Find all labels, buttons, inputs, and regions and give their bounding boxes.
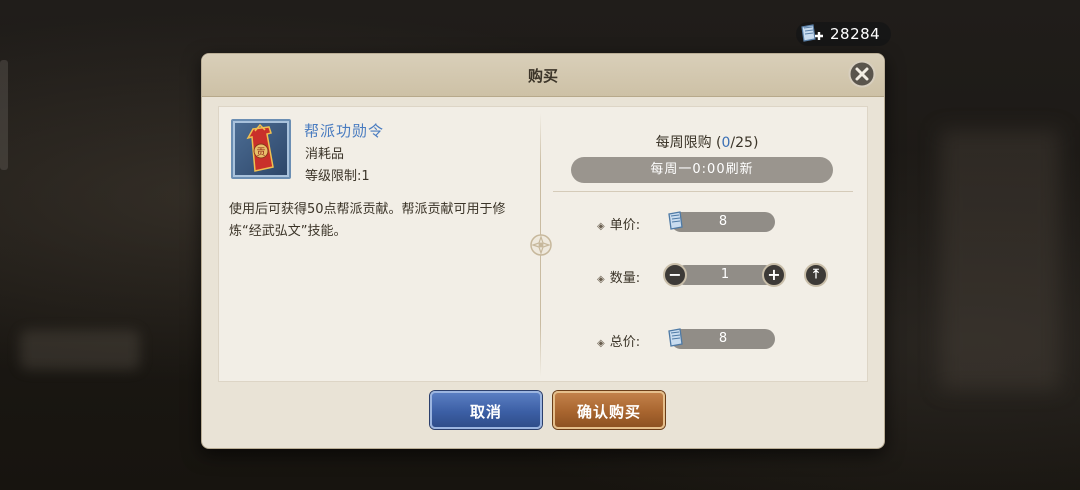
confirm-purchase-button[interactable]: 确认购买 xyxy=(553,391,665,429)
dialog-header: 购买 xyxy=(202,54,884,97)
dialog-content: 贡 帮派功勋令 消耗品 等级限制:1 使用后可获得50点帮派贡献。帮派贡献可用于… xyxy=(218,106,868,382)
item-type: 消耗品 xyxy=(305,147,345,162)
dialog-title: 购买 xyxy=(527,67,558,85)
currency-amount: 28284 xyxy=(830,25,881,43)
bullet-icon: ◈ xyxy=(597,338,605,349)
item-slot[interactable]: 贡 xyxy=(231,119,291,179)
limit-suffix: /25) xyxy=(730,135,759,151)
weekly-limit: 每周限购 (0/25) xyxy=(552,132,862,152)
decrease-button[interactable]: − xyxy=(663,263,687,287)
bullet-icon: ◈ xyxy=(597,221,605,232)
red-token-icon: 贡 xyxy=(246,123,274,172)
background-blur xyxy=(940,130,1060,390)
cancel-button[interactable]: 取消 xyxy=(430,391,542,429)
svg-text:贡: 贡 xyxy=(256,147,265,158)
increase-button[interactable]: + xyxy=(762,263,786,287)
limit-prefix: 每周限购 ( xyxy=(655,135,722,151)
item-level-limit: 等级限制:1 xyxy=(305,169,370,184)
scroll-currency-plus-icon xyxy=(801,24,823,42)
background-blur xyxy=(20,330,140,370)
item-name: 帮派功勋令 xyxy=(304,122,385,140)
scroll-currency-icon xyxy=(668,211,683,230)
ornament-icon xyxy=(530,234,552,256)
quantity-row: ◈ 数量: xyxy=(597,267,640,286)
unit-price-value: 8 xyxy=(671,212,775,232)
total-label: 总价: xyxy=(609,335,641,350)
unit-price-row: ◈ 单价: xyxy=(597,214,640,233)
scroll-currency-icon xyxy=(668,328,683,347)
bullet-icon: ◈ xyxy=(597,274,605,285)
horizontal-divider xyxy=(553,191,853,192)
max-quantity-button[interactable]: ⤒ xyxy=(804,263,828,287)
close-icon[interactable] xyxy=(848,60,876,88)
purchase-dialog: 购买 贡 帮派功勋令 消耗品 等级限制:1 使用后可获得50点帮派贡献。帮派贡献… xyxy=(201,53,885,449)
unit-price-label: 单价: xyxy=(609,218,641,233)
background-edge xyxy=(0,60,8,170)
item-description: 使用后可获得50点帮派贡献。帮派贡献可用于修炼“经武弘文”技能。 xyxy=(229,202,506,239)
total-row: ◈ 总价: xyxy=(597,331,640,350)
currency-display[interactable]: 28284 xyxy=(796,22,891,46)
quantity-label: 数量: xyxy=(609,271,641,286)
refresh-info: 每周一0:00刷新 xyxy=(571,157,833,183)
quantity-value[interactable]: 1 xyxy=(675,265,775,285)
total-value: 8 xyxy=(671,329,775,349)
